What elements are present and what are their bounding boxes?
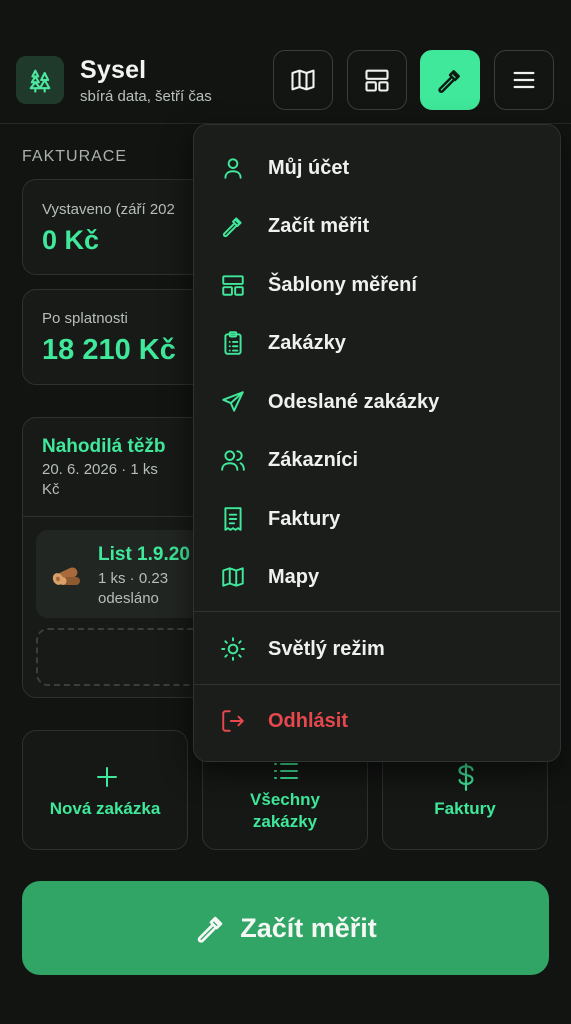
job-item-meta: 1 ks · 0.23: [98, 570, 169, 587]
job-subtitle-line2: Kč: [42, 481, 60, 498]
app-logo[interactable]: [16, 56, 64, 104]
menu-divider: [194, 684, 560, 685]
receipt-icon: [224, 507, 242, 531]
send-icon: [222, 391, 244, 412]
map-icon: [291, 69, 315, 91]
job-subtitle: 20. 6. 2026 · 1 ks Kč: [42, 460, 212, 500]
templates-button[interactable]: [347, 50, 407, 110]
overdue-label: Po splatnosti: [42, 310, 128, 327]
menu-item-label: Zakázky: [268, 332, 346, 354]
menu-item-jobs[interactable]: Zakázky: [194, 318, 560, 366]
menu-item-label: Zákazníci: [268, 449, 359, 471]
user-icon: [224, 158, 242, 179]
app-name: Sysel: [80, 56, 147, 84]
all-jobs-label-line1: Všechny: [250, 790, 320, 809]
menu-item-maps[interactable]: Mapy: [194, 552, 560, 600]
menu-item-label: Můj účet: [268, 157, 350, 179]
invoicing-section-title: FAKTURACE: [22, 148, 128, 165]
menu-item-label: Faktury: [268, 508, 341, 530]
map-icon: [222, 567, 244, 587]
plus-icon: [97, 767, 117, 787]
users-icon: [221, 450, 245, 471]
app-header: Sysel sbírá data, šetří čas: [0, 0, 571, 124]
menu-item-label: Odhlásit: [268, 710, 349, 732]
menu-item-invoices[interactable]: Faktury: [194, 494, 560, 542]
hammer-icon: [438, 70, 460, 93]
invoices-label: Faktury: [434, 799, 496, 818]
app-tagline: sbírá data, šetří čas: [80, 88, 212, 105]
all-jobs-label: Všechny zakázky: [203, 789, 367, 833]
sun-icon: [221, 637, 245, 661]
hammer-icon: [198, 916, 223, 943]
wood-log-icon: [52, 567, 80, 585]
menu-item-label: Začít měřit: [268, 215, 370, 237]
menu-item-sent-jobs[interactable]: Odeslané zakázky: [194, 377, 560, 425]
new-job-label: Nová zakázka: [49, 799, 161, 818]
job-title: Nahodilá těžb: [42, 436, 166, 457]
hammer-icon: [222, 217, 242, 238]
logout-icon: [222, 710, 244, 732]
start-measuring-label: Začít měřit: [240, 912, 377, 943]
menu-item-label: Odeslané zakázky: [268, 391, 440, 413]
start-measuring-button[interactable]: Začít měřit: [22, 881, 549, 975]
all-jobs-label-line2: zakázky: [252, 812, 318, 831]
main-menu-dropdown: Můj účet Začít měřit Šablony měření Zaká…: [193, 124, 561, 762]
job-subtitle-line1: 20. 6. 2026 · 1 ks: [42, 461, 158, 478]
menu-item-logout[interactable]: Odhlásit: [194, 696, 560, 744]
menu-item-customers[interactable]: Zákazníci: [194, 435, 560, 483]
menu-item-start-measuring[interactable]: Začít měřit: [194, 201, 560, 249]
menu-item-account[interactable]: Můj účet: [194, 143, 560, 191]
list-icon: [274, 763, 298, 779]
menu-item-label: Šablony měření: [268, 274, 417, 296]
dollar-icon: [458, 763, 474, 791]
clipboard-list-icon: [224, 331, 242, 355]
menu-item-label: Světlý režim: [268, 638, 385, 660]
menu-button[interactable]: [494, 50, 554, 110]
menu-item-label: Mapy: [268, 566, 320, 588]
map-button[interactable]: [273, 50, 333, 110]
job-item-title: List 1.9.20: [98, 544, 190, 565]
overdue-value: 18 210 Kč: [42, 334, 176, 366]
menu-item-templates[interactable]: Šablony měření: [194, 260, 560, 308]
menu-divider: [194, 611, 560, 612]
menu-icon: [513, 71, 535, 89]
new-job-button[interactable]: Nová zakázka: [22, 730, 188, 850]
issued-value: 0 Kč: [42, 225, 100, 255]
layout-template-icon: [222, 275, 244, 296]
tree-icon: [29, 69, 51, 93]
job-item-status: odesláno: [98, 590, 159, 607]
menu-item-light-mode[interactable]: Světlý režim: [194, 624, 560, 672]
measure-button[interactable]: [420, 50, 480, 110]
layout-template-icon: [365, 69, 389, 92]
issued-label: Vystaveno (září 202: [42, 201, 175, 218]
